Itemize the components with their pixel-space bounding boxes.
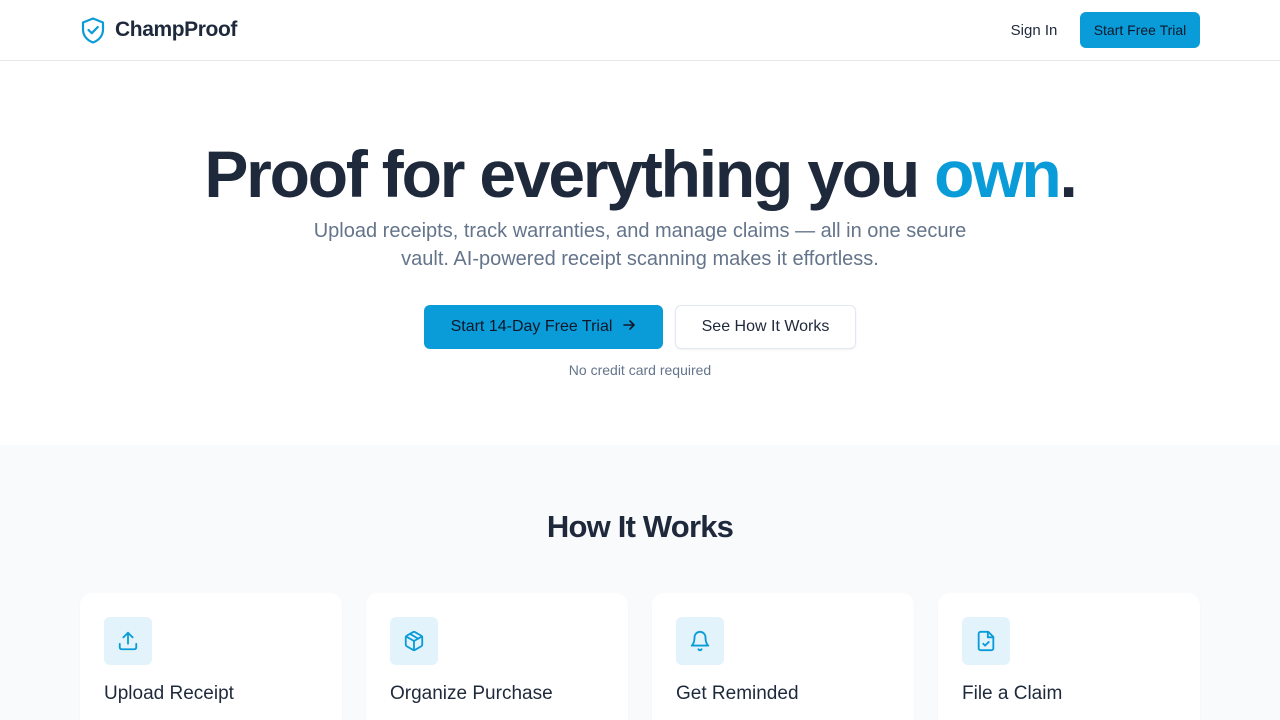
hero-title: Proof for everything you own. (0, 134, 1280, 214)
step-card-organize-purchase: Organize Purchase (366, 593, 628, 720)
hero-title-main: Proof for everything you (204, 137, 935, 211)
site-header: ChampProof Sign In Start Free Trial (0, 0, 1280, 61)
start-trial-button-label: Start 14-Day Free Trial (450, 318, 613, 335)
shield-check-icon (80, 16, 106, 44)
step-title: Get Reminded (676, 683, 799, 704)
no-credit-card-note: No credit card required (568, 362, 712, 378)
step-card-file-a-claim: File a Claim (938, 593, 1200, 720)
bell-icon (676, 617, 724, 665)
step-title: Upload Receipt (104, 683, 234, 704)
hero-title-accent: own (934, 137, 1062, 211)
brand-logo[interactable]: ChampProof (80, 14, 237, 46)
start-trial-button[interactable]: Start 14-Day Free Trial (424, 305, 663, 349)
how-it-works-title: How It Works (546, 509, 734, 544)
brand-name: ChampProof (115, 18, 238, 41)
file-check-icon (962, 617, 1010, 665)
hero-subtitle: Upload receipts, track warranties, and m… (313, 220, 967, 270)
hero-title-end: . (1059, 137, 1077, 211)
how-it-works-section: How It Works Upload Receipt Organize Pur… (0, 445, 1280, 720)
step-card-get-reminded: Get Reminded (652, 593, 914, 720)
upload-icon (104, 617, 152, 665)
see-how-it-works-button[interactable]: See How It Works (675, 305, 856, 349)
arrow-right-icon (622, 318, 636, 337)
sign-in-link[interactable]: Sign In (1000, 12, 1068, 48)
start-free-trial-button[interactable]: Start Free Trial (1080, 12, 1200, 48)
step-title: Organize Purchase (390, 683, 553, 704)
package-icon (390, 617, 438, 665)
step-card-upload-receipt: Upload Receipt (80, 593, 342, 720)
step-title: File a Claim (962, 683, 1063, 704)
